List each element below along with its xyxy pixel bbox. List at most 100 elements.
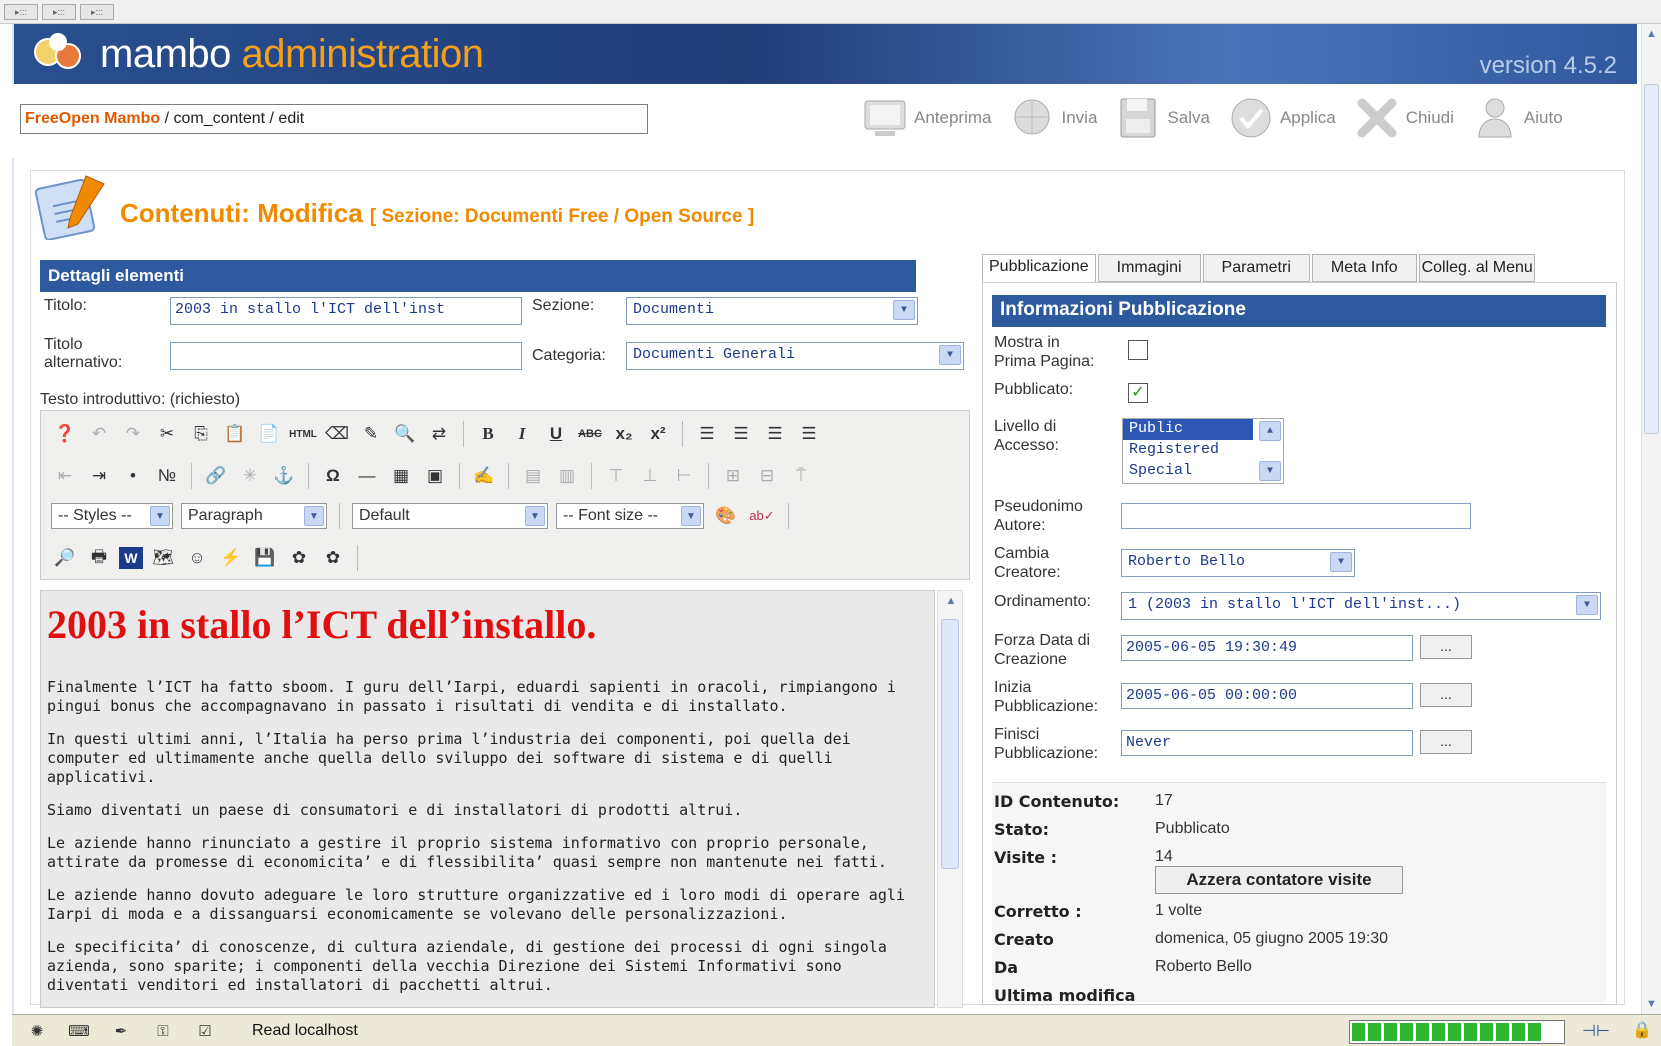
bullet-list-icon[interactable]: • (119, 462, 147, 490)
chevron-up-icon[interactable]: ▲ (1259, 421, 1281, 441)
styles-select[interactable]: -- Styles -- ▼ (51, 503, 173, 529)
published-checkbox[interactable]: ✓ (1128, 383, 1148, 403)
alt-title-input[interactable] (170, 342, 522, 370)
emoticon-icon[interactable]: ☺ (183, 544, 211, 572)
chevron-up-icon[interactable]: ▲ (942, 593, 960, 609)
tab-pubblicazione[interactable]: Pubblicazione (982, 254, 1096, 284)
edit-icon[interactable]: ✍ (470, 462, 498, 490)
print-icon[interactable]: 🖶 (85, 544, 113, 572)
created-date-picker-button[interactable]: ... (1420, 635, 1472, 659)
font-size-select[interactable]: -- Font size -- ▼ (556, 503, 704, 529)
editor-scroll-thumb[interactable] (941, 619, 959, 869)
breadcrumb-site[interactable]: FreeOpen Mambo (25, 110, 160, 127)
indent-icon[interactable]: ⇥ (85, 462, 113, 490)
chevron-down-icon[interactable]: ▼ (1576, 595, 1598, 615)
special-char-icon[interactable]: Ω (319, 462, 347, 490)
start-publish-input[interactable]: 2005-06-05 00:00:00 (1121, 683, 1413, 709)
eraser-icon[interactable]: ⌫ (323, 420, 351, 448)
start-publish-picker-button[interactable]: ... (1420, 683, 1472, 707)
mambo-image-icon[interactable]: ✿ (285, 544, 313, 572)
align-right-icon[interactable]: ☰ (761, 420, 789, 448)
preview-button[interactable]: Anteprima (852, 90, 999, 146)
created-date-input[interactable]: 2005-06-05 19:30:49 (1121, 635, 1413, 661)
mambo-pagebreak-icon[interactable]: ✿ (319, 544, 347, 572)
save-disk-icon[interactable]: 💾 (251, 544, 279, 572)
unlink-icon[interactable]: ✳ (236, 462, 264, 490)
table-icon[interactable]: ▦ (387, 462, 415, 490)
align-justify-icon[interactable]: ☰ (795, 420, 823, 448)
scroll-up-icon[interactable]: ▲ (1644, 26, 1659, 42)
zoom-preview-icon[interactable]: 🔎 (51, 544, 79, 572)
subscript-icon[interactable]: x₂ (610, 420, 638, 448)
numbered-list-icon[interactable]: № (153, 462, 181, 490)
tab-meta-info[interactable]: Meta Info (1311, 254, 1417, 282)
chevron-down-icon[interactable]: ▼ (525, 506, 545, 526)
copy-icon[interactable]: ⎘ (187, 420, 215, 448)
split-cells-icon[interactable]: ⊟ (753, 462, 781, 490)
chevron-down-icon[interactable]: ▼ (304, 506, 324, 526)
apply-button[interactable]: Applica (1218, 90, 1344, 146)
help-circle-icon[interactable]: ❓ (51, 420, 79, 448)
close-button[interactable]: Chiudi (1344, 90, 1462, 146)
replace-icon[interactable]: ⇄ (425, 420, 453, 448)
security-icon[interactable]: ⚿ (148, 1019, 178, 1043)
tab-menu-link[interactable]: Colleg. al Menu (1418, 254, 1535, 282)
section-select[interactable]: Documenti ▼ (626, 297, 918, 325)
insert-col-icon[interactable]: ⊢ (670, 462, 698, 490)
chevron-down-icon[interactable]: ▼ (893, 300, 915, 320)
media-icon[interactable]: 🗺 (149, 544, 177, 572)
window-scrollbar[interactable]: ▲ ▼ (1641, 24, 1661, 1014)
cut-icon[interactable]: ✂ (153, 420, 181, 448)
access-option-registered[interactable]: Registered (1123, 440, 1253, 461)
scroll-thumb[interactable] (1644, 84, 1659, 434)
tab-immagini[interactable]: Immagini (1097, 254, 1201, 282)
image-icon[interactable]: ▣ (421, 462, 449, 490)
paste-text-icon[interactable]: 📄 (255, 420, 283, 448)
category-select[interactable]: Documenti Generali ▼ (626, 342, 964, 370)
order-select[interactable]: 1 (2003 in stallo l'ICT dell'inst...) ▼ (1121, 592, 1601, 620)
delete-row-icon[interactable]: ⊥ (636, 462, 664, 490)
anchor-icon[interactable]: ⚓ (270, 462, 298, 490)
link-icon[interactable]: 🔗 (202, 462, 230, 490)
offline-icon[interactable]: ☑ (190, 1019, 220, 1043)
strikethrough-icon[interactable]: ABC (576, 420, 604, 448)
strip-handle-3[interactable]: ▸::: (80, 4, 114, 20)
scroll-down-icon[interactable]: ▼ (1644, 996, 1659, 1012)
chevron-down-icon[interactable]: ▼ (150, 506, 170, 526)
horizontal-rule-icon[interactable]: — (353, 462, 381, 490)
title-input[interactable]: 2003 in stallo l'ICT dell'inst (170, 297, 522, 325)
end-publish-input[interactable]: Never (1121, 730, 1413, 756)
find-icon[interactable]: 🔍 (391, 420, 419, 448)
chevron-down-icon[interactable]: ▼ (1259, 461, 1281, 481)
cleanup-icon[interactable]: ✎ (357, 420, 385, 448)
alias-input[interactable] (1121, 503, 1471, 529)
chevron-down-icon[interactable]: ▼ (1330, 552, 1352, 572)
table-cell-icon[interactable]: ▥ (553, 462, 581, 490)
chevron-down-icon[interactable]: ▼ (939, 345, 961, 365)
send-button[interactable]: Invia (999, 90, 1105, 146)
creator-select[interactable]: Roberto Bello ▼ (1121, 549, 1355, 577)
superscript-icon[interactable]: x² (644, 420, 672, 448)
help-button[interactable]: Aiuto (1462, 90, 1571, 146)
align-left-icon[interactable]: ☰ (693, 420, 721, 448)
color-palette-icon[interactable]: 🎨 (712, 502, 740, 530)
italic-icon[interactable]: I (508, 420, 536, 448)
delete-col-icon[interactable]: ⍑ (787, 462, 815, 490)
insert-row-icon[interactable]: ⊤ (602, 462, 630, 490)
editor-scrollbar[interactable]: ▲ (937, 590, 963, 1008)
reset-visits-button[interactable]: Azzera contatore visite (1155, 866, 1403, 894)
flash-icon[interactable]: ⚡ (217, 544, 245, 572)
word-paste-icon[interactable]: W (119, 547, 143, 569)
access-listbox[interactable]: Public Registered Special ▲ ▼ (1122, 418, 1284, 484)
tab-parametri[interactable]: Parametri (1202, 254, 1310, 282)
spellcheck-icon[interactable]: ab✓ (748, 502, 776, 530)
outdent-icon[interactable]: ⇤ (51, 462, 79, 490)
save-button[interactable]: Salva (1105, 90, 1218, 146)
table-row-icon[interactable]: ▤ (519, 462, 547, 490)
frontpage-checkbox[interactable] (1128, 340, 1148, 360)
font-select[interactable]: Default ▼ (352, 503, 548, 529)
network-icon[interactable]: ✺ (22, 1019, 52, 1043)
editor-content[interactable]: 2003 in stallo l’ICT dell’installo. Fina… (40, 590, 935, 1008)
pen-icon[interactable]: ✒ (106, 1019, 136, 1043)
end-publish-picker-button[interactable]: ... (1420, 730, 1472, 754)
